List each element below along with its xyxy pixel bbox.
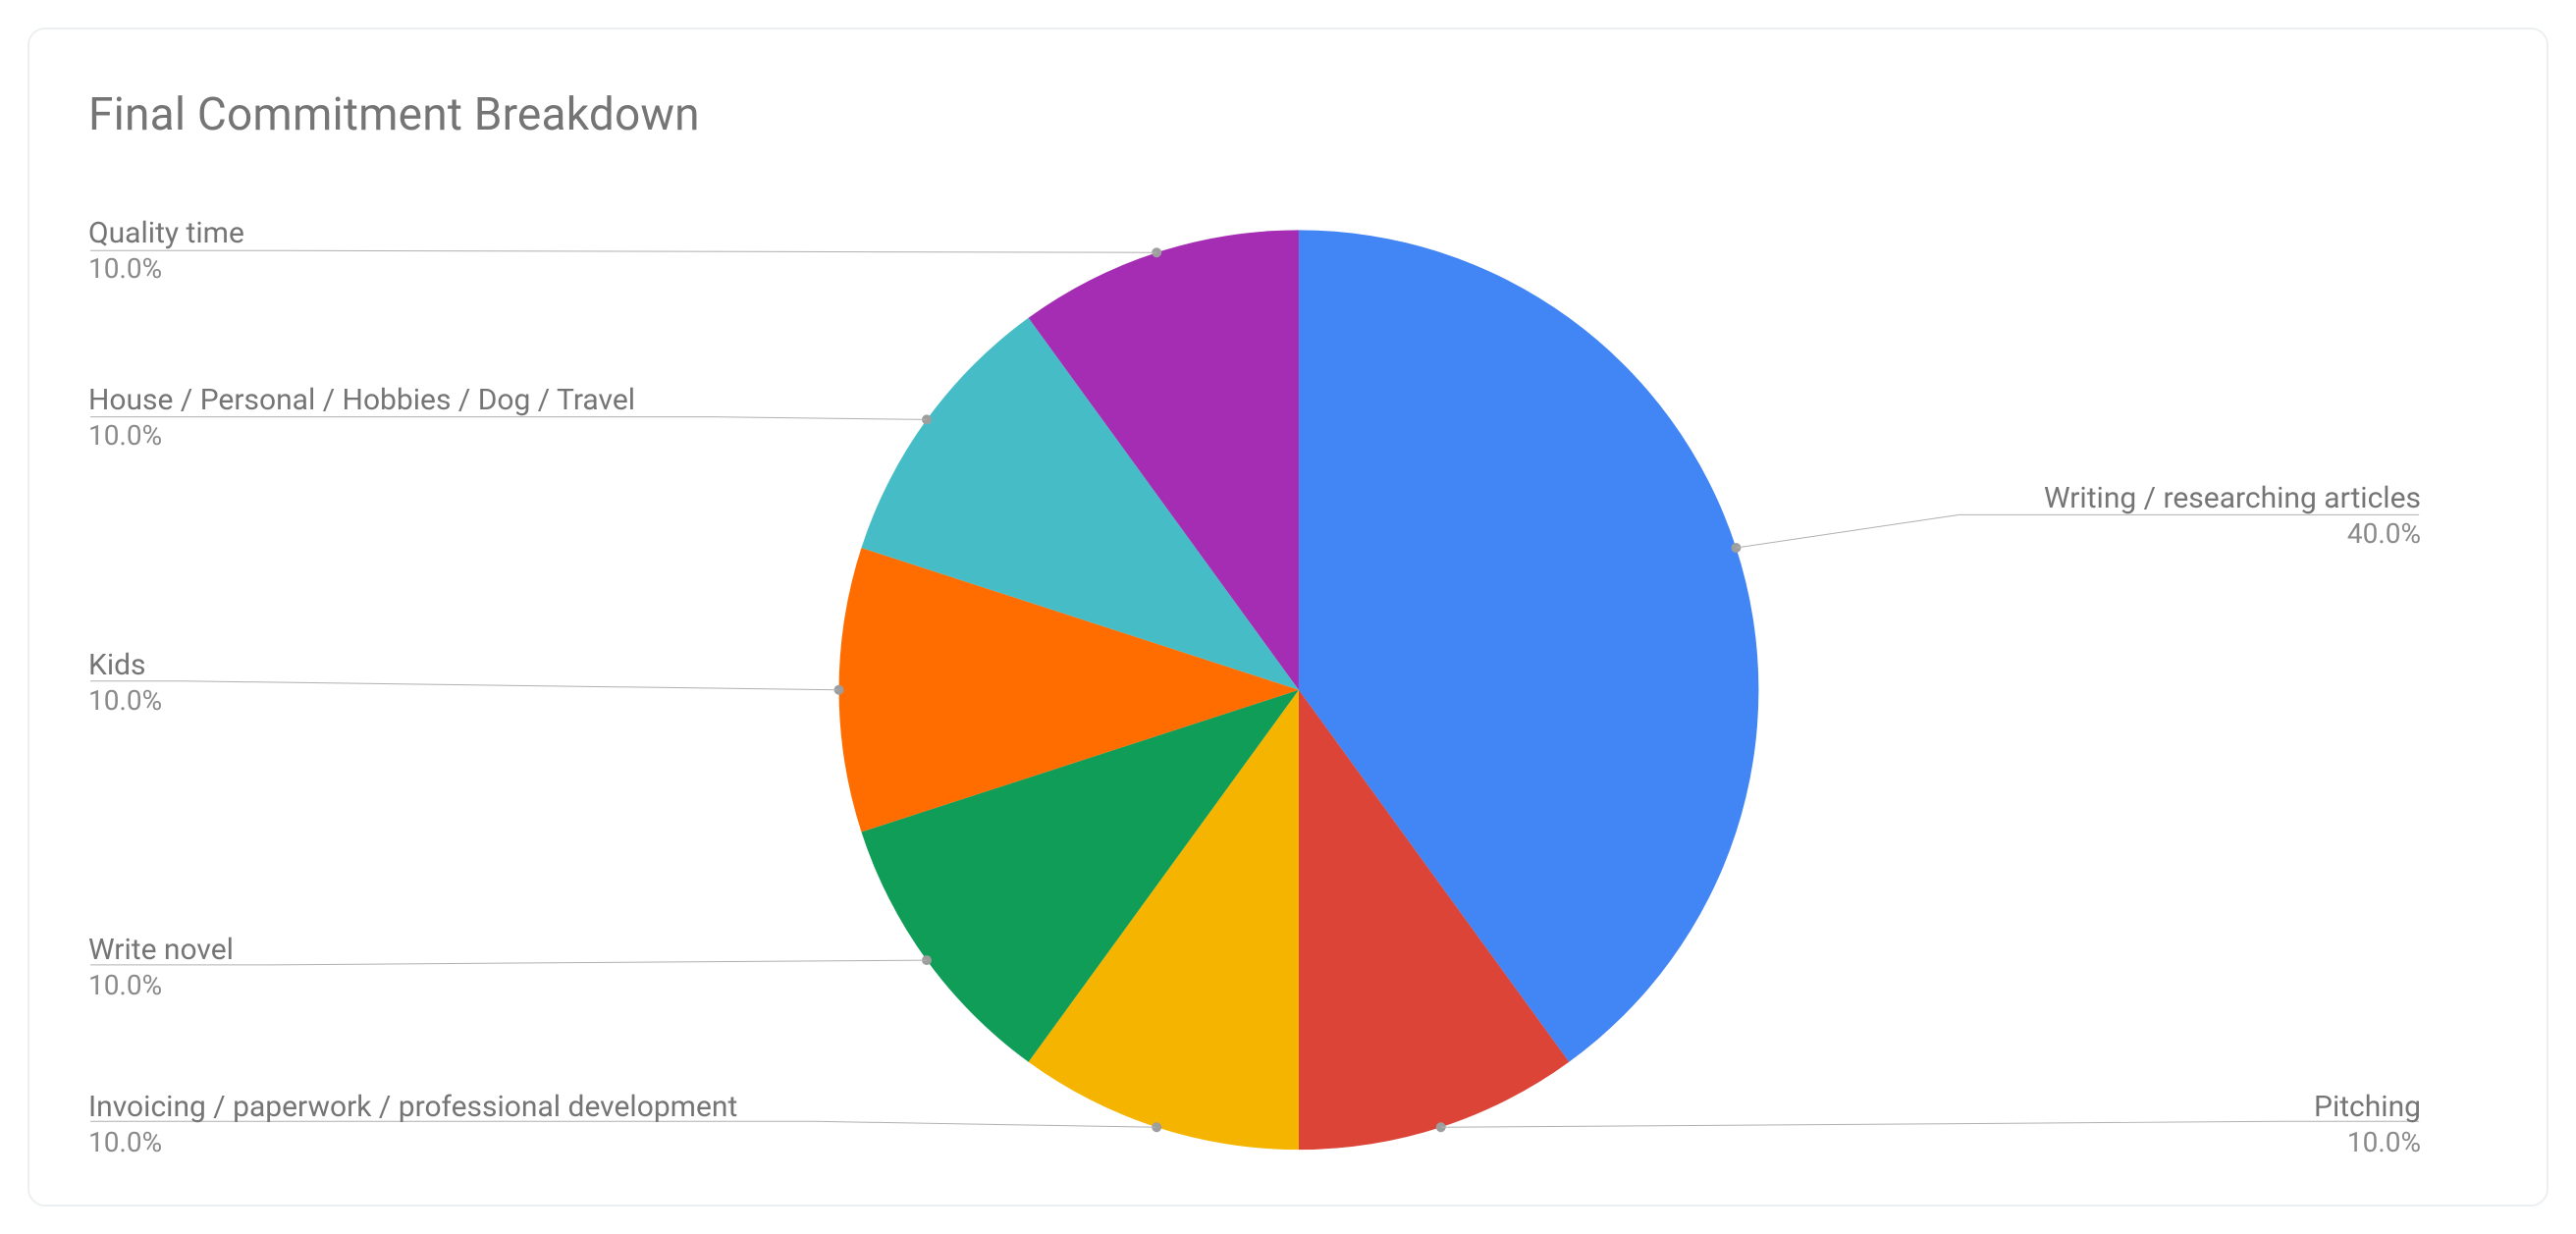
leader-line — [271, 960, 927, 965]
leader-line — [286, 250, 1156, 252]
chart-card: Final Commitment Breakdown Writing / res… — [27, 27, 2549, 1207]
leader-line — [184, 681, 839, 690]
leader-line — [1736, 514, 1959, 548]
leader-line — [1441, 1121, 2282, 1127]
leader-line — [712, 417, 927, 420]
page: Final Commitment Breakdown Writing / res… — [0, 0, 2576, 1234]
pie-chart — [29, 29, 2547, 1205]
leader-line — [815, 1121, 1157, 1127]
